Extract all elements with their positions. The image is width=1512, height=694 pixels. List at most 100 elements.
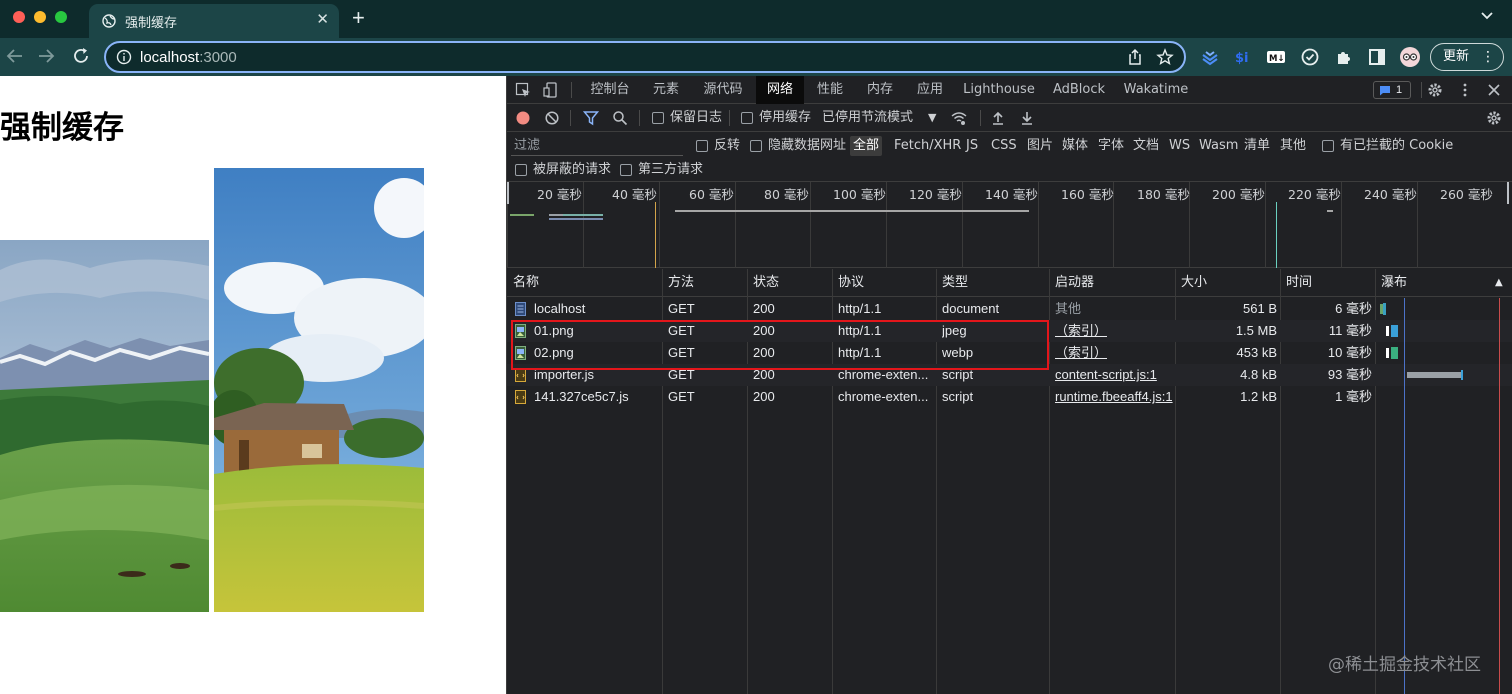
forward-icon[interactable] bbox=[35, 45, 57, 67]
throttling-select[interactable]: 已停用节流模式 bbox=[822, 104, 913, 132]
filter-type-doc[interactable]: 文档 bbox=[1133, 136, 1159, 156]
filter-type-img[interactable]: 图片 bbox=[1027, 136, 1053, 156]
globe-icon bbox=[102, 14, 116, 28]
countryside-cabin-image bbox=[214, 168, 424, 612]
new-tab-button[interactable]: + bbox=[352, 6, 365, 30]
tab-sources[interactable]: 源代码 bbox=[695, 76, 751, 104]
tab-memory[interactable]: 内存 bbox=[859, 76, 901, 104]
extension-markdown-icon[interactable]: M↓ bbox=[1266, 47, 1286, 67]
address-bar[interactable]: localhost:3000 bbox=[104, 41, 1186, 73]
hide-data-urls-checkbox[interactable] bbox=[750, 140, 762, 152]
column-header-name[interactable]: 名称 bbox=[507, 269, 539, 297]
filter-type-fetch-xhr[interactable]: Fetch/XHR bbox=[894, 136, 961, 156]
column-header-method[interactable]: 方法 bbox=[662, 269, 694, 297]
throttling-dropdown-icon[interactable]: ▼ bbox=[928, 104, 936, 132]
third-party-checkbox[interactable] bbox=[620, 164, 632, 176]
tab-lighthouse[interactable]: Lighthouse bbox=[963, 76, 1035, 104]
share-icon[interactable] bbox=[1126, 48, 1144, 66]
import-har-icon[interactable] bbox=[990, 110, 1006, 126]
tab-network[interactable]: 网络 bbox=[756, 76, 804, 104]
filter-input[interactable]: 过滤 bbox=[511, 136, 683, 156]
overview-bar bbox=[549, 214, 563, 216]
extension-si-icon[interactable]: $i bbox=[1233, 47, 1253, 67]
column-header-waterfall[interactable]: 瀑布 bbox=[1375, 269, 1407, 297]
extensions-puzzle-icon[interactable] bbox=[1334, 47, 1354, 67]
request-initiator-link[interactable]: runtime.fbeeaff4.js:1 bbox=[1055, 386, 1173, 408]
reload-icon[interactable] bbox=[70, 45, 92, 67]
export-har-icon[interactable] bbox=[1019, 110, 1035, 126]
profile-avatar[interactable] bbox=[1400, 47, 1420, 67]
filter-type-all[interactable]: 全部 bbox=[850, 136, 883, 156]
page-viewport: 强制缓存 bbox=[0, 76, 506, 694]
close-devtools-icon[interactable] bbox=[1486, 82, 1502, 98]
window-maximize-button[interactable] bbox=[55, 11, 67, 23]
tab-separator bbox=[1421, 82, 1422, 98]
network-conditions-wifi-icon[interactable] bbox=[951, 110, 967, 126]
request-initiator-link[interactable]: content-script.js:1 bbox=[1055, 364, 1173, 386]
overview-bar bbox=[675, 210, 1029, 212]
record-icon[interactable] bbox=[515, 110, 531, 126]
column-header-initiator[interactable]: 启动器 bbox=[1049, 269, 1094, 297]
sort-ascending-icon[interactable]: ▲ bbox=[1489, 269, 1503, 297]
tab-title: 强制缓存 bbox=[125, 16, 178, 31]
search-icon[interactable] bbox=[612, 110, 628, 126]
column-header-protocol[interactable]: 协议 bbox=[832, 269, 864, 297]
blocked-requests-checkbox[interactable] bbox=[515, 164, 527, 176]
device-toolbar-icon[interactable] bbox=[543, 82, 559, 98]
side-panel-icon[interactable] bbox=[1367, 47, 1387, 67]
request-name: localhost bbox=[534, 301, 586, 316]
column-header-time[interactable]: 时间 bbox=[1280, 269, 1312, 297]
filter-type-wasm[interactable]: Wasm bbox=[1199, 136, 1238, 156]
request-initiator-link[interactable]: （索引） bbox=[1055, 342, 1107, 364]
tab-wakatime[interactable]: Wakatime bbox=[1121, 76, 1191, 104]
chevron-down-icon[interactable] bbox=[1480, 8, 1494, 22]
settings-gear-icon[interactable] bbox=[1427, 82, 1443, 98]
network-overview-timeline[interactable]: 20 毫秒 40 毫秒 60 毫秒 80 毫秒 100 毫秒 120 毫秒 14… bbox=[507, 182, 1512, 268]
tab-adblock[interactable]: AdBlock bbox=[1047, 76, 1111, 104]
update-button[interactable]: 更新 ⋮ bbox=[1430, 43, 1504, 71]
window-minimize-button[interactable] bbox=[34, 11, 46, 23]
blocked-cookies-checkbox[interactable] bbox=[1322, 140, 1334, 152]
bookmark-star-icon[interactable] bbox=[1156, 48, 1174, 66]
menu-dots-icon[interactable]: ⋮ bbox=[1481, 44, 1495, 70]
disable-cache-checkbox[interactable] bbox=[741, 112, 753, 124]
overview-handle[interactable] bbox=[507, 182, 509, 204]
column-header-type[interactable]: 类型 bbox=[936, 269, 968, 297]
filter-type-other[interactable]: 其他 bbox=[1280, 136, 1306, 156]
tab-application[interactable]: 应用 bbox=[909, 76, 951, 104]
table-row[interactable]: localhost GET 200 http/1.1 document 其他 5… bbox=[507, 298, 1512, 320]
request-protocol: http/1.1 bbox=[838, 301, 882, 316]
filter-type-css[interactable]: CSS bbox=[991, 136, 1017, 156]
preserve-log-checkbox[interactable] bbox=[652, 112, 664, 124]
extension-check-circle-icon[interactable] bbox=[1300, 47, 1320, 67]
kebab-menu-icon[interactable] bbox=[1457, 82, 1473, 98]
request-initiator-link[interactable]: （索引） bbox=[1055, 320, 1107, 342]
clear-icon[interactable] bbox=[544, 110, 560, 126]
info-icon[interactable] bbox=[116, 49, 132, 65]
overview-gridline bbox=[735, 182, 736, 268]
column-header-size[interactable]: 大小 bbox=[1175, 269, 1207, 297]
filter-type-ws[interactable]: WS bbox=[1169, 136, 1190, 156]
invert-checkbox[interactable] bbox=[696, 140, 708, 152]
request-time: 93 毫秒 bbox=[1327, 367, 1372, 382]
browser-tab[interactable]: 强制缓存 ✕ bbox=[89, 4, 339, 38]
tab-console[interactable]: 控制台 bbox=[583, 76, 637, 104]
watermark: @稀土掘金技术社区 bbox=[1328, 655, 1481, 675]
tab-performance[interactable]: 性能 bbox=[810, 76, 850, 104]
filter-funnel-icon[interactable] bbox=[583, 110, 599, 126]
column-header-status[interactable]: 状态 bbox=[747, 269, 779, 297]
filter-type-js[interactable]: JS bbox=[966, 136, 978, 156]
filter-type-manifest[interactable]: 清单 bbox=[1244, 136, 1270, 156]
issues-badge[interactable]: 1 bbox=[1373, 81, 1411, 99]
network-settings-gear-icon[interactable] bbox=[1486, 110, 1502, 126]
back-icon[interactable] bbox=[4, 45, 26, 67]
overview-handle[interactable] bbox=[1507, 182, 1509, 204]
inspect-element-icon[interactable] bbox=[515, 82, 531, 98]
filter-type-media[interactable]: 媒体 bbox=[1062, 136, 1088, 156]
table-row[interactable]: 141.327ce5c7.js GET 200 chrome-exten... … bbox=[507, 386, 1512, 408]
extension-layers-icon[interactable] bbox=[1200, 47, 1220, 67]
window-close-button[interactable] bbox=[13, 11, 25, 23]
tab-close-icon[interactable]: ✕ bbox=[316, 10, 329, 28]
tab-elements[interactable]: 元素 bbox=[645, 76, 687, 104]
filter-type-font[interactable]: 字体 bbox=[1098, 136, 1124, 156]
